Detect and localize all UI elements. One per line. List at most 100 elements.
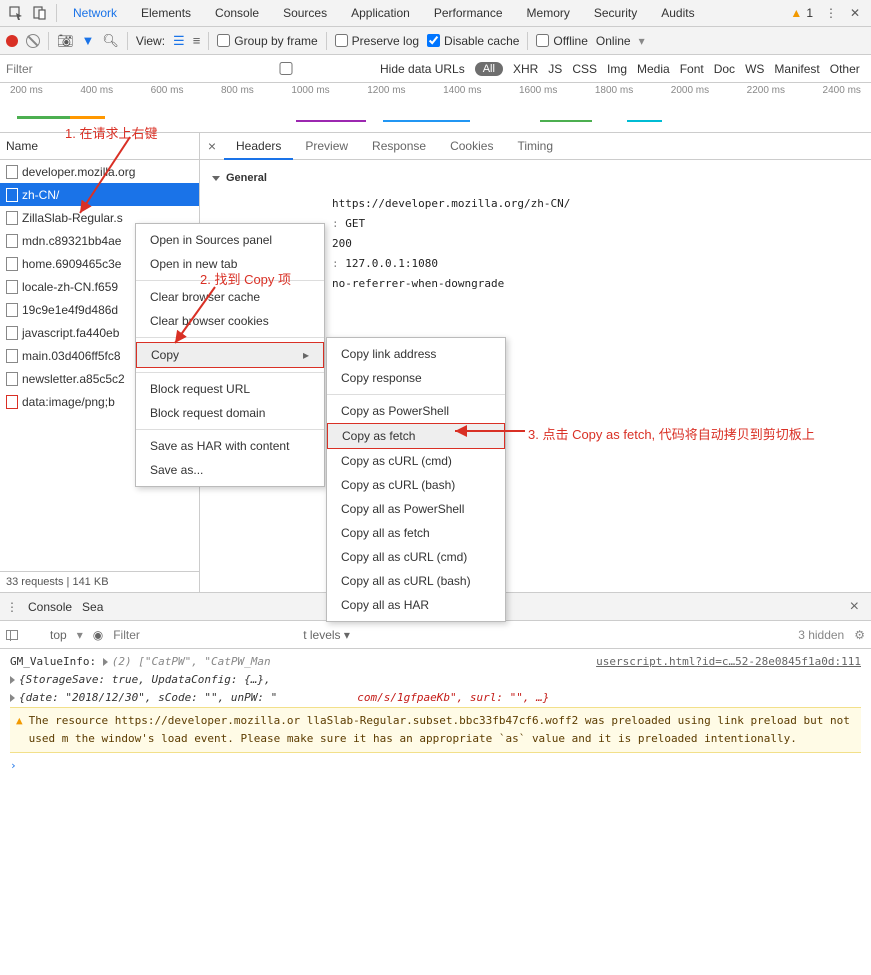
throttle-select[interactable]: Online <box>596 34 631 48</box>
submenu-fetch[interactable]: Copy as fetch <box>327 423 505 449</box>
device-toggle-icon[interactable] <box>28 1 52 25</box>
filter-font[interactable]: Font <box>680 62 704 76</box>
menu-save-har[interactable]: Save as HAR with content <box>136 434 324 458</box>
hidden-count[interactable]: 3 hidden <box>798 628 844 642</box>
inspect-icon[interactable] <box>4 1 28 25</box>
section-general[interactable]: General <box>226 172 267 184</box>
tab-sources[interactable]: Sources <box>271 0 339 27</box>
menu-copy[interactable]: Copy▸ <box>136 342 324 368</box>
submenu-curl-bash[interactable]: Copy as cURL (bash) <box>327 473 505 497</box>
menu-block-url[interactable]: Block request URL <box>136 377 324 401</box>
small-rows-icon[interactable]: ≡ <box>193 33 201 48</box>
submenu-all-curl-cmd[interactable]: Copy all as cURL (cmd) <box>327 545 505 569</box>
search-tab[interactable]: Sea <box>82 600 103 614</box>
detail-tab-response[interactable]: Response <box>360 133 438 160</box>
menu-save-as[interactable]: Save as... <box>136 458 324 482</box>
timeline-ticks: 200 ms400 ms600 ms800 ms1000 ms1200 ms14… <box>0 83 871 96</box>
more-icon[interactable]: ⋮ <box>819 1 843 25</box>
menu-open-newtab[interactable]: Open in new tab <box>136 252 324 276</box>
tab-application[interactable]: Application <box>339 0 422 27</box>
detail-tab-timing[interactable]: Timing <box>505 133 565 160</box>
preserve-log-checkbox[interactable]: Preserve log <box>335 34 419 48</box>
warning-badge[interactable]: ▲1 <box>784 6 819 20</box>
eye-icon[interactable]: ◉ <box>93 628 103 642</box>
close-drawer-icon[interactable]: × <box>844 598 865 616</box>
camera-icon[interactable]: 📷︎ <box>57 33 74 49</box>
context-select[interactable]: top <box>50 628 67 642</box>
doc-icon <box>6 349 18 363</box>
doc-icon <box>6 326 18 340</box>
submenu-all-har[interactable]: Copy all as HAR <box>327 593 505 617</box>
menu-open-sources[interactable]: Open in Sources panel <box>136 228 324 252</box>
menu-clear-cache[interactable]: Clear browser cache <box>136 285 324 309</box>
filter-css[interactable]: CSS <box>572 62 597 76</box>
close-detail-icon[interactable]: × <box>200 138 224 154</box>
search-icon[interactable]: 🔍︎ <box>102 33 119 49</box>
timeline[interactable]: 200 ms400 ms600 ms800 ms1000 ms1200 ms14… <box>0 83 871 133</box>
context-submenu: Copy link address Copy response Copy as … <box>326 337 506 622</box>
console-tab[interactable]: Console <box>28 600 72 614</box>
filter-media[interactable]: Media <box>637 62 670 76</box>
filter-funnel-icon[interactable]: ▼ <box>82 33 95 48</box>
submenu-all-fetch[interactable]: Copy all as fetch <box>327 521 505 545</box>
submenu-powershell[interactable]: Copy as PowerShell <box>327 399 505 423</box>
filter-doc[interactable]: Doc <box>714 62 735 76</box>
chevron-right-icon: ▸ <box>303 348 309 362</box>
submenu-curl-cmd[interactable]: Copy as cURL (cmd) <box>327 449 505 473</box>
disable-cache-checkbox[interactable]: Disable cache <box>427 34 519 48</box>
offline-checkbox[interactable]: Offline <box>536 34 587 48</box>
doc-icon <box>6 280 18 294</box>
submenu-response[interactable]: Copy response <box>327 366 505 390</box>
tab-memory[interactable]: Memory <box>515 0 582 27</box>
filter-ws[interactable]: WS <box>745 62 764 76</box>
filter-img[interactable]: Img <box>607 62 627 76</box>
tab-elements[interactable]: Elements <box>129 0 203 27</box>
source-link[interactable]: userscript.html?id=c…52-28e0845f1a0d:111 <box>596 653 861 671</box>
hide-data-urls-checkbox[interactable]: Hide data URLs <box>196 62 465 76</box>
filter-other[interactable]: Other <box>830 62 860 76</box>
filter-manifest[interactable]: Manifest <box>774 62 819 76</box>
gear-icon[interactable]: ⚙ <box>854 628 865 642</box>
tab-performance[interactable]: Performance <box>422 0 515 27</box>
network-panel: 1. 在请求上右键 Name developer.mozilla.org zh-… <box>0 133 871 593</box>
filter-all[interactable]: All <box>475 62 503 76</box>
doc-icon <box>6 303 18 317</box>
large-rows-icon[interactable]: ☰ <box>173 33 185 49</box>
console-warning-row[interactable]: ▲The resource https://developer.mozilla.… <box>10 707 861 753</box>
filter-xhr[interactable]: XHR <box>513 62 538 76</box>
console-prompt[interactable]: › <box>10 753 861 779</box>
detail-tabs: × Headers Preview Response Cookies Timin… <box>200 133 871 160</box>
record-button[interactable] <box>6 35 18 47</box>
console-filter-input[interactable] <box>113 628 293 642</box>
submenu-all-powershell[interactable]: Copy all as PowerShell <box>327 497 505 521</box>
doc-icon <box>6 395 18 409</box>
console-output: GM_ValueInfo: (2) ["CatPW", "CatPW_Manus… <box>0 649 871 785</box>
levels-select[interactable]: t levels ▾ <box>303 628 350 642</box>
more-icon[interactable]: ⋮ <box>6 600 18 614</box>
clear-button[interactable] <box>26 34 40 48</box>
detail-tab-headers[interactable]: Headers <box>224 133 293 160</box>
request-list-header[interactable]: Name <box>0 133 199 160</box>
sidebar-toggle-icon[interactable] <box>6 630 18 640</box>
network-toolbar: 📷︎ ▼ 🔍︎ View: ☰ ≡ Group by frame Preserv… <box>0 27 871 55</box>
submenu-all-curl-bash[interactable]: Copy all as cURL (bash) <box>327 569 505 593</box>
group-by-frame-checkbox[interactable]: Group by frame <box>217 34 317 48</box>
tab-network[interactable]: Network <box>61 0 129 27</box>
menu-clear-cookies[interactable]: Clear browser cookies <box>136 309 324 333</box>
close-devtools-icon[interactable]: ✕ <box>843 1 867 25</box>
request-row[interactable]: zh-CN/ <box>0 183 199 206</box>
submenu-link-address[interactable]: Copy link address <box>327 342 505 366</box>
chevron-down-icon: ▾ <box>639 34 645 48</box>
clear-console-icon[interactable] <box>28 629 40 641</box>
doc-icon <box>6 257 18 271</box>
tab-audits[interactable]: Audits <box>649 0 706 27</box>
filter-input[interactable] <box>6 62 186 76</box>
request-row[interactable]: developer.mozilla.org <box>0 160 199 183</box>
warning-icon: ▲ <box>16 712 23 748</box>
tab-console[interactable]: Console <box>203 0 271 27</box>
detail-tab-preview[interactable]: Preview <box>293 133 360 160</box>
detail-tab-cookies[interactable]: Cookies <box>438 133 505 160</box>
tab-security[interactable]: Security <box>582 0 649 27</box>
filter-js[interactable]: JS <box>548 62 562 76</box>
menu-block-domain[interactable]: Block request domain <box>136 401 324 425</box>
